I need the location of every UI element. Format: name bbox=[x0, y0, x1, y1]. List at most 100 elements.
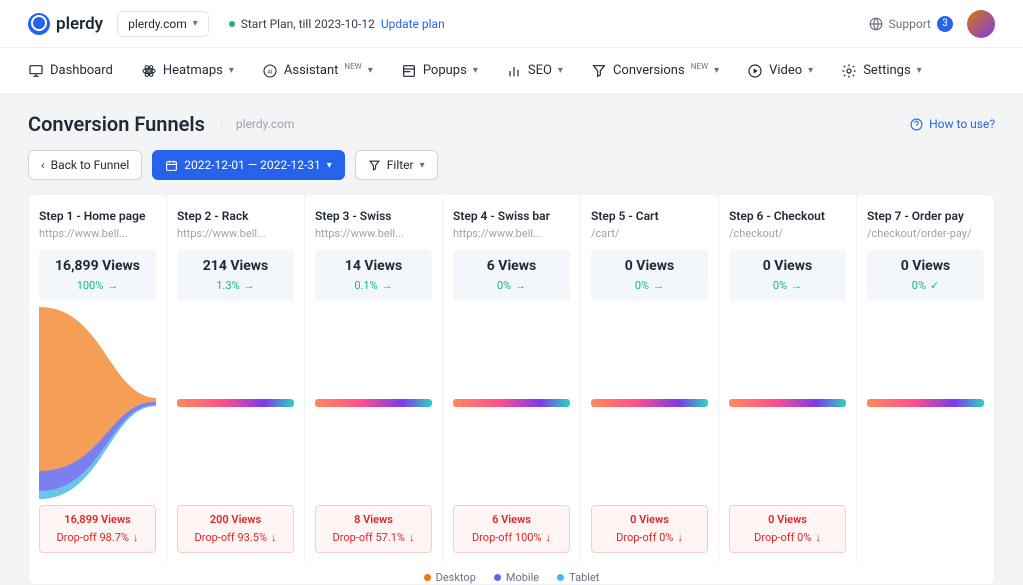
step-url: /checkout/ bbox=[729, 227, 846, 240]
plan-text: Start Plan, till 2023-10-12 bbox=[241, 17, 375, 31]
chevron-left-icon: ‹ bbox=[41, 158, 45, 172]
nav-assistant[interactable]: AI AssistantNEW▾ bbox=[262, 63, 373, 79]
step-title: Step 2 - Rack bbox=[177, 209, 294, 223]
funnel-viz bbox=[39, 307, 156, 499]
views-pct: 0% → bbox=[497, 279, 526, 292]
views-box: 16,899 Views 100% → bbox=[39, 250, 156, 301]
views-count: 6 Views bbox=[459, 258, 564, 274]
views-pct: 0% → bbox=[773, 279, 802, 292]
filter-icon bbox=[368, 159, 381, 172]
how-to-use-link[interactable]: How to use? bbox=[910, 117, 995, 131]
calendar-icon bbox=[165, 159, 178, 172]
nav-video[interactable]: Video▾ bbox=[747, 63, 813, 79]
dropoff-pct: Drop-off 98.7% ↓ bbox=[57, 531, 139, 544]
chevron-down-icon: ▾ bbox=[420, 160, 425, 171]
logo[interactable]: plerdy bbox=[28, 13, 103, 35]
funnel-viz bbox=[453, 307, 570, 499]
views-box: 0 Views 0% ✓ bbox=[867, 250, 984, 301]
funnel-step: Step 4 - Swiss bar https://www.bell... 6… bbox=[443, 195, 581, 563]
topbar: plerdy plerdy.com ▾ Start Plan, till 202… bbox=[0, 0, 1023, 48]
step-url: https://www.bell... bbox=[39, 227, 156, 240]
nav-popups[interactable]: Popups▾ bbox=[401, 63, 478, 79]
chevron-down-icon: ▾ bbox=[229, 65, 234, 76]
back-to-funnel-button[interactable]: ‹ Back to Funnel bbox=[28, 150, 142, 180]
views-box: 14 Views 0.1% → bbox=[315, 250, 432, 301]
dropoff-views: 6 Views bbox=[460, 513, 563, 526]
dropoff-box: 16,899 Views Drop-off 98.7% ↓ bbox=[39, 505, 156, 553]
nav-heatmaps[interactable]: Heatmaps▾ bbox=[141, 63, 234, 79]
page-title: Conversion Funnels bbox=[28, 112, 205, 136]
chevron-down-icon: ▾ bbox=[473, 65, 478, 76]
legend: Desktop Mobile Tablet bbox=[29, 563, 994, 584]
plan-info: Start Plan, till 2023-10-12 Update plan bbox=[229, 17, 445, 31]
step-url: https://www.bell... bbox=[315, 227, 432, 240]
dropoff-pct: Drop-off 0% ↓ bbox=[754, 531, 821, 544]
update-plan-link[interactable]: Update plan bbox=[381, 17, 445, 31]
support-count-badge: 3 bbox=[937, 16, 953, 32]
nav-seo[interactable]: SEO▾ bbox=[506, 63, 563, 79]
support-label: Support bbox=[889, 17, 931, 31]
step-title: Step 4 - Swiss bar bbox=[453, 209, 570, 223]
views-box: 6 Views 0% → bbox=[453, 250, 570, 301]
chevron-down-icon: ▾ bbox=[558, 65, 563, 76]
funnel-card: Step 1 - Home page https://www.bell... 1… bbox=[28, 194, 995, 585]
funnel-step: Step 6 - Checkout /checkout/ 0 Views 0% … bbox=[719, 195, 857, 563]
status-dot-icon bbox=[229, 21, 235, 27]
chevron-down-icon: ▾ bbox=[193, 18, 198, 29]
site-selector-label: plerdy.com bbox=[128, 17, 187, 31]
step-url: /cart/ bbox=[591, 227, 708, 240]
filter-button[interactable]: Filter ▾ bbox=[355, 150, 438, 180]
views-count: 0 Views bbox=[873, 258, 978, 274]
funnel-step: Step 3 - Swiss https://www.bell... 14 Vi… bbox=[305, 195, 443, 563]
arrow-down-icon: ↓ bbox=[815, 531, 821, 544]
date-range-button[interactable]: 2022-12-01 — 2022-12-31 ▾ bbox=[152, 150, 345, 180]
dropoff-pct: Drop-off 57.1% ↓ bbox=[333, 531, 415, 544]
chart-icon bbox=[506, 63, 522, 79]
help-icon bbox=[910, 118, 923, 131]
arrow-right-icon: → bbox=[382, 279, 393, 292]
arrow-down-icon: ↓ bbox=[677, 531, 683, 544]
views-pct: 0% → bbox=[635, 279, 664, 292]
dropoff-pct: Drop-off 100% ↓ bbox=[472, 531, 551, 544]
nav-dashboard[interactable]: Dashboard bbox=[28, 63, 113, 79]
chevron-down-icon: ▾ bbox=[808, 65, 813, 76]
chevron-down-icon: ▾ bbox=[368, 65, 373, 76]
avatar[interactable] bbox=[967, 10, 995, 38]
views-count: 214 Views bbox=[183, 258, 288, 274]
funnel-viz bbox=[867, 307, 984, 499]
dropoff-views: 0 Views bbox=[736, 513, 839, 526]
navbar: Dashboard Heatmaps▾ AI AssistantNEW▾ Pop… bbox=[0, 48, 1023, 94]
step-url: https://www.bell... bbox=[177, 227, 294, 240]
dropoff-views: 8 Views bbox=[322, 513, 425, 526]
chevron-down-icon: ▾ bbox=[327, 160, 332, 171]
views-pct: 100% → bbox=[77, 279, 119, 292]
dropoff-views: 200 Views bbox=[184, 513, 287, 526]
chevron-down-icon: ▾ bbox=[917, 65, 922, 76]
funnel-icon bbox=[591, 63, 607, 79]
views-count: 0 Views bbox=[597, 258, 702, 274]
step-title: Step 5 - Cart bbox=[591, 209, 708, 223]
dropoff-views: 0 Views bbox=[598, 513, 701, 526]
views-box: 0 Views 0% → bbox=[729, 250, 846, 301]
support-button[interactable]: Support 3 bbox=[869, 16, 953, 32]
legend-desktop: Desktop bbox=[424, 571, 476, 584]
layout-icon bbox=[401, 63, 417, 79]
funnel-viz bbox=[591, 307, 708, 499]
step-title: Step 6 - Checkout bbox=[729, 209, 846, 223]
nav-conversions[interactable]: ConversionsNEW▾ bbox=[591, 63, 719, 79]
views-count: 0 Views bbox=[735, 258, 840, 274]
views-pct: 1.3% → bbox=[216, 279, 254, 292]
dropoff-box: 0 Views Drop-off 0% ↓ bbox=[591, 505, 708, 553]
step-title: Step 7 - Order pay bbox=[867, 209, 984, 223]
play-icon bbox=[747, 63, 763, 79]
dropoff-pct: Drop-off 0% ↓ bbox=[616, 531, 683, 544]
site-selector[interactable]: plerdy.com ▾ bbox=[117, 11, 209, 37]
nav-settings[interactable]: Settings▾ bbox=[841, 63, 922, 79]
views-box: 214 Views 1.3% → bbox=[177, 250, 294, 301]
gear-icon bbox=[841, 63, 857, 79]
dropoff-box: 200 Views Drop-off 93.5% ↓ bbox=[177, 505, 294, 553]
arrow-down-icon: ↓ bbox=[271, 531, 277, 544]
funnel-viz bbox=[315, 307, 432, 499]
funnel-viz bbox=[729, 307, 846, 499]
dropoff-box: 0 Views Drop-off 0% ↓ bbox=[729, 505, 846, 553]
